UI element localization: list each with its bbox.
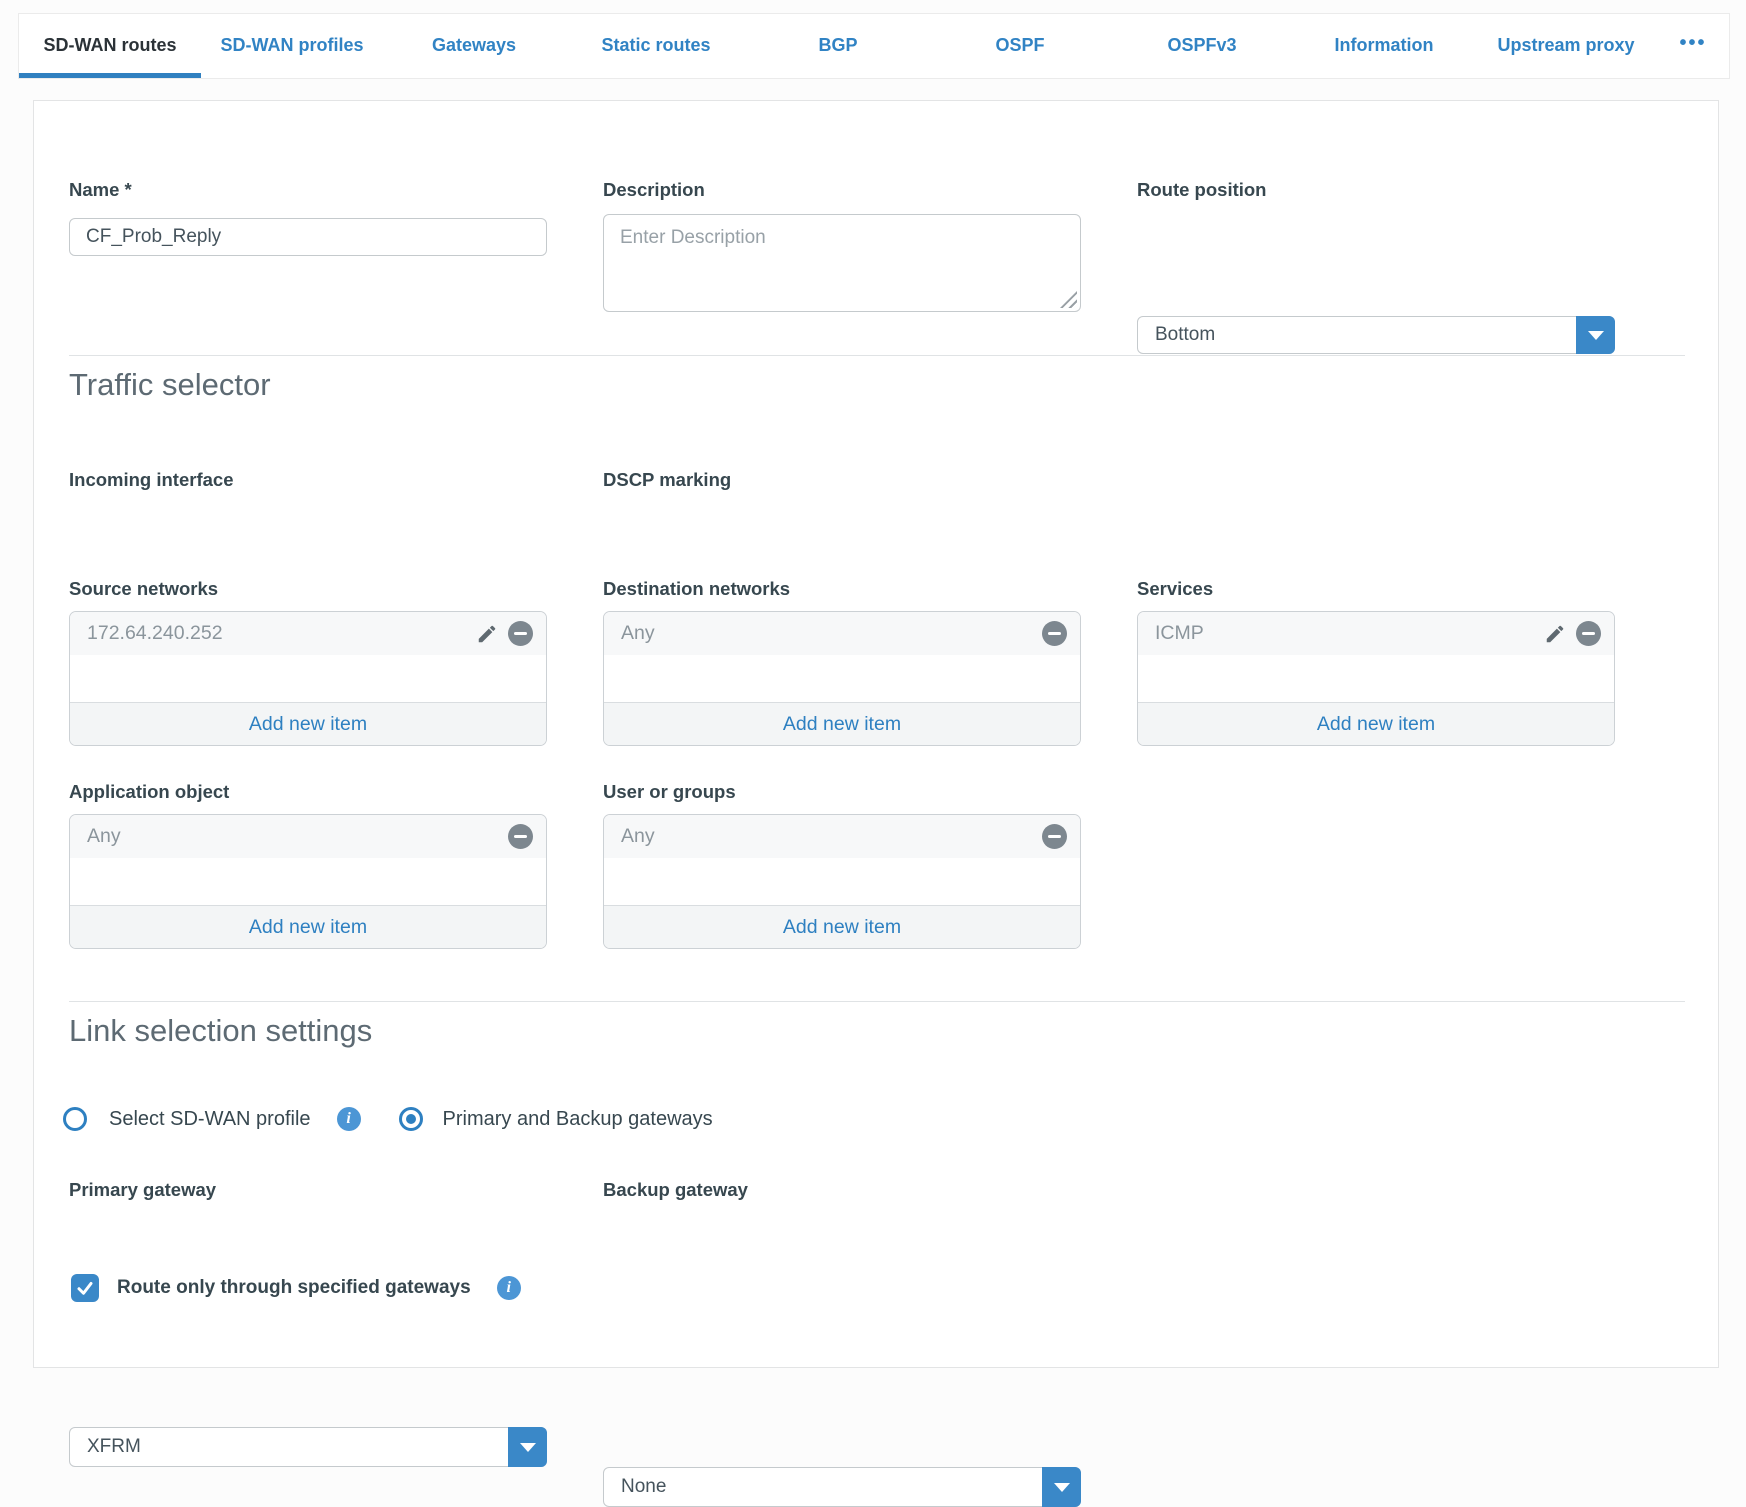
list-item: Any: [604, 612, 1080, 655]
user-or-groups-value: Any: [621, 825, 1042, 848]
services-listbox: ICMP Add new item: [1137, 611, 1615, 746]
user-or-groups-add-button[interactable]: Add new item: [604, 905, 1080, 948]
list-item: 172.64.240.252: [70, 612, 546, 655]
sd-wan-profile-radio-label: Select SD-WAN profile: [109, 1108, 311, 1131]
tab-static-routes[interactable]: Static routes: [565, 14, 747, 78]
info-icon[interactable]: i: [497, 1276, 521, 1300]
listbox-empty-area: [70, 655, 546, 702]
user-or-groups-label: User or groups: [603, 781, 736, 803]
application-object-label: Application object: [69, 781, 229, 803]
dscp-marking-label: DSCP marking: [603, 469, 731, 491]
destination-networks-listbox: Any Add new item: [603, 611, 1081, 746]
primary-gateway-dropdown[interactable]: XFRM: [69, 1427, 547, 1467]
destination-networks-add-button[interactable]: Add new item: [604, 702, 1080, 745]
info-icon[interactable]: i: [337, 1107, 361, 1131]
route-only-checkbox[interactable]: [71, 1274, 99, 1302]
tab-sd-wan-profiles[interactable]: SD-WAN profiles: [201, 14, 383, 78]
tab-bgp[interactable]: BGP: [747, 14, 929, 78]
destination-network-value: Any: [621, 622, 1042, 645]
listbox-empty-area: [604, 858, 1080, 905]
source-networks-add-button[interactable]: Add new item: [70, 702, 546, 745]
chevron-down-icon: [1054, 1483, 1070, 1492]
route-position-dropdown-button[interactable]: [1576, 316, 1615, 354]
primary-backup-gateways-radio-label: Primary and Backup gateways: [443, 1108, 713, 1131]
section-divider: [69, 355, 1685, 356]
application-object-listbox: Any Add new item: [69, 814, 547, 949]
edit-pencil-icon[interactable]: [475, 622, 499, 646]
link-selection-title: Link selection settings: [69, 1013, 372, 1049]
check-icon: [76, 1279, 94, 1297]
remove-minus-icon[interactable]: [1042, 824, 1067, 849]
backup-gateway-dropdown-button[interactable]: [1042, 1467, 1081, 1507]
name-label: Name *: [69, 179, 132, 201]
route-position-dropdown[interactable]: Bottom: [1137, 316, 1615, 354]
route-position-label: Route position: [1137, 179, 1266, 201]
chevron-down-icon: [520, 1443, 536, 1452]
primary-backup-gateways-radio[interactable]: [399, 1107, 423, 1131]
backup-gateway-label: Backup gateway: [603, 1179, 748, 1201]
section-divider: [69, 1001, 1685, 1002]
remove-minus-icon[interactable]: [508, 824, 533, 849]
user-or-groups-listbox: Any Add new item: [603, 814, 1081, 949]
application-object-add-button[interactable]: Add new item: [70, 905, 546, 948]
primary-gateway-label: Primary gateway: [69, 1179, 216, 1201]
remove-minus-icon[interactable]: [1576, 621, 1601, 646]
list-item: Any: [70, 815, 546, 858]
destination-networks-label: Destination networks: [603, 578, 790, 600]
backup-gateway-value: None: [621, 1468, 666, 1506]
more-tabs-icon[interactable]: •••: [1657, 14, 1729, 78]
route-edit-panel: Name * Description Route position Bottom…: [33, 100, 1719, 1368]
tab-ospfv3[interactable]: OSPFv3: [1111, 14, 1293, 78]
traffic-selector-title: Traffic selector: [69, 367, 271, 403]
description-label: Description: [603, 179, 705, 201]
remove-minus-icon[interactable]: [1042, 621, 1067, 646]
description-textarea[interactable]: [603, 214, 1081, 312]
source-networks-listbox: 172.64.240.252 Add new item: [69, 611, 547, 746]
application-object-value: Any: [87, 825, 508, 848]
backup-gateway-dropdown[interactable]: None: [603, 1467, 1081, 1507]
listbox-empty-area: [70, 858, 546, 905]
remove-minus-icon[interactable]: [508, 621, 533, 646]
tab-ospf[interactable]: OSPF: [929, 14, 1111, 78]
list-item: ICMP: [1138, 612, 1614, 655]
incoming-interface-label: Incoming interface: [69, 469, 233, 491]
primary-gateway-dropdown-button[interactable]: [508, 1427, 547, 1467]
route-only-checkbox-label: Route only through specified gateways: [117, 1277, 471, 1299]
edit-pencil-icon[interactable]: [1543, 622, 1567, 646]
listbox-empty-area: [604, 655, 1080, 702]
services-add-button[interactable]: Add new item: [1138, 702, 1614, 745]
service-value: ICMP: [1155, 622, 1543, 645]
tab-information[interactable]: Information: [1293, 14, 1475, 78]
tab-bar: SD-WAN routes SD-WAN profiles Gateways S…: [18, 13, 1730, 79]
primary-gateway-value: XFRM: [87, 1428, 141, 1466]
source-network-value: 172.64.240.252: [87, 622, 475, 645]
services-label: Services: [1137, 578, 1213, 600]
tab-upstream-proxy[interactable]: Upstream proxy: [1475, 14, 1657, 78]
list-item: Any: [604, 815, 1080, 858]
sd-wan-profile-radio[interactable]: [63, 1107, 87, 1131]
route-position-value: Bottom: [1155, 317, 1215, 353]
name-input[interactable]: [69, 218, 547, 256]
source-networks-label: Source networks: [69, 578, 218, 600]
tab-sd-wan-routes[interactable]: SD-WAN routes: [19, 14, 201, 78]
tab-gateways[interactable]: Gateways: [383, 14, 565, 78]
listbox-empty-area: [1138, 655, 1614, 702]
chevron-down-icon: [1588, 331, 1604, 340]
